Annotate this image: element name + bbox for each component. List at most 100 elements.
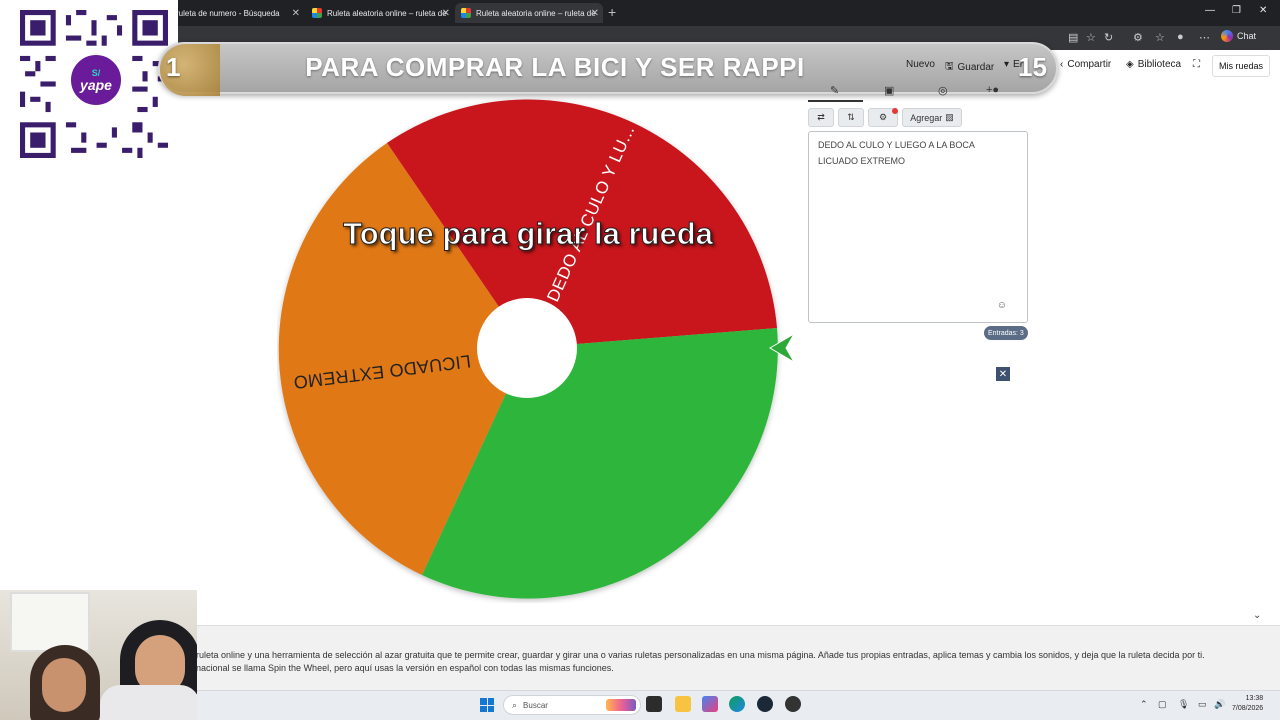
close-tab-icon[interactable]: ✕ xyxy=(292,8,300,19)
tray-chevron-icon[interactable]: ⌃ xyxy=(1140,699,1148,710)
agregar-image-button[interactable]: Agregar ▨ xyxy=(902,108,962,127)
tab-ruleta-1[interactable]: Ruleta aleatoria online – ruleta de ✕ xyxy=(306,3,454,23)
tray-app-icon[interactable]: ▢ xyxy=(1158,699,1167,710)
edge-browser-icon[interactable] xyxy=(729,696,745,712)
favorite-star-icon[interactable]: ☆ xyxy=(1086,31,1096,44)
close-tab-icon[interactable]: ✕ xyxy=(442,8,450,19)
chevron-down-icon[interactable]: ⌄ xyxy=(1253,610,1261,621)
entry-line: LICUADO EXTREMO xyxy=(818,156,906,166)
close-window-icon[interactable]: ✕ xyxy=(1259,5,1267,16)
entry-line: DEDO AL CULO Y LUEGO A LA BOCA xyxy=(818,140,975,150)
goal-title: PARA COMPRAR LA BICI Y SER RAPPI xyxy=(305,52,805,82)
add-color-icon[interactable]: +● xyxy=(986,84,999,96)
close-tab-icon[interactable]: ✕ xyxy=(591,8,599,19)
notification-dot xyxy=(892,108,898,114)
mis-ruedas-label: Mis ruedas xyxy=(1218,61,1263,71)
clock-date: 7/08/2026 xyxy=(1232,705,1264,712)
yape-brand-label: yape xyxy=(80,76,112,93)
guardar-label: Guardar xyxy=(957,62,995,73)
copilot-icon xyxy=(1220,30,1233,42)
truncated-nav-button[interactable]: ▾ Er xyxy=(1004,59,1023,70)
webcam-window-bg xyxy=(10,592,90,652)
description-text: ruleta online y una herramienta de selec… xyxy=(196,649,1206,675)
close-ad-button[interactable]: ✕ xyxy=(996,367,1010,381)
search-icon: ⌕ xyxy=(512,699,518,710)
agregar-label: Agregar xyxy=(910,112,943,123)
nuevo-label: Nuevo xyxy=(906,59,935,70)
profile-icon[interactable]: ● xyxy=(1177,31,1184,43)
webcam-overlay xyxy=(0,590,197,720)
clipboard-icon[interactable]: ▣ xyxy=(884,84,894,97)
editor-tabs: ✎ ▣ ◎ +● xyxy=(808,82,1028,102)
more-icon[interactable]: ⋯ xyxy=(1199,31,1210,44)
fullscreen-icon: ⛶ xyxy=(1193,59,1200,70)
copilot-chat-button[interactable]: Chat xyxy=(1220,30,1256,42)
description-line: nacional se llama Spin the Wheel, pero a… xyxy=(196,663,614,673)
webcam-shirt xyxy=(100,685,197,720)
maximize-icon[interactable]: ❐ xyxy=(1232,5,1241,16)
volume-icon[interactable]: 🔊 xyxy=(1214,699,1225,710)
fullscreen-button[interactable]: ⛶ xyxy=(1193,59,1200,70)
entries-textarea[interactable]: DEDO AL CULO Y LUEGO A LA BOCA LICUADO E… xyxy=(808,131,1028,323)
truncated-nav-label: Er xyxy=(1013,59,1024,70)
mis-ruedas-button[interactable]: Mis ruedas xyxy=(1212,55,1270,77)
pin-icon: ▾ xyxy=(1004,59,1010,70)
yape-logo: S/ yape xyxy=(68,52,124,108)
task-view-icon[interactable] xyxy=(646,696,662,712)
tab-title: Ruleta aleatoria online – ruleta de xyxy=(476,8,596,18)
compartir-button[interactable]: ‹ Compartir xyxy=(1060,59,1111,70)
reader-icon[interactable]: ▤ xyxy=(1068,31,1078,44)
minimize-icon[interactable]: — xyxy=(1205,5,1215,16)
windows-start-icon[interactable] xyxy=(480,698,494,712)
obs-icon[interactable] xyxy=(785,696,801,712)
description-line: ruleta online y una herramienta de selec… xyxy=(196,650,1205,660)
new-tab-icon[interactable]: + xyxy=(608,4,616,20)
yape-qr-overlay: S/ yape xyxy=(0,0,178,162)
share-icon: ‹ xyxy=(1060,59,1064,70)
sort-icon: ⇅ xyxy=(847,112,855,122)
biblioteca-label: Biblioteca xyxy=(1137,59,1182,70)
tab-ruleta-2[interactable]: Ruleta aleatoria online – ruleta de ✕ xyxy=(455,3,603,23)
spin-wheel[interactable]: DEDO AL CULO Y LU... LICUADO EXTREMO xyxy=(277,98,797,603)
hide-eye-icon[interactable]: ◎ xyxy=(938,84,948,97)
shuffle-icon: ⇄ xyxy=(817,112,825,122)
library-icon: ◈ xyxy=(1126,59,1134,70)
sort-button[interactable]: ⇅ xyxy=(838,108,864,127)
steam-icon[interactable] xyxy=(757,696,773,712)
file-explorer-icon[interactable] xyxy=(675,696,691,712)
wheel-center-hole xyxy=(477,298,577,398)
copilot-app-icon[interactable] xyxy=(702,696,718,712)
image-icon: ▨ xyxy=(945,112,954,122)
webcam-face-left xyxy=(42,658,86,712)
search-highlight-icon xyxy=(606,699,636,711)
entries-count-badge: Entradas: 3 xyxy=(984,326,1028,340)
active-tab-underline xyxy=(808,100,863,102)
taskbar-search[interactable]: ⌕ Buscar xyxy=(503,695,641,715)
settings-gear-icon: ⚙ xyxy=(878,112,888,122)
microphone-icon[interactable]: 🎙 xyxy=(1178,699,1189,710)
taskbar-clock[interactable]: 13:38 7/08/2026 xyxy=(1232,694,1263,714)
edit-pencil-icon[interactable]: ✎ xyxy=(830,84,839,97)
favorites-icon[interactable]: ☆ xyxy=(1155,31,1165,44)
nuevo-button[interactable]: Nuevo xyxy=(906,59,935,70)
extensions-icon[interactable]: ⚙ xyxy=(1133,31,1143,44)
refresh-icon[interactable]: ↻ xyxy=(1104,31,1113,44)
ruleta-favicon-icon xyxy=(312,8,322,18)
emoji-icon[interactable]: ☺ xyxy=(997,298,1007,314)
guardar-button[interactable]: 🖫 Guardar xyxy=(945,59,994,76)
search-placeholder: Buscar xyxy=(523,700,548,710)
goal-current-count: 1 xyxy=(166,52,181,82)
shuffle-button[interactable]: ⇄ xyxy=(808,108,834,127)
compartir-label: Compartir xyxy=(1067,59,1112,70)
browser-tab-strip: ruleta de numero - Búsqueda ✕ Ruleta ale… xyxy=(0,0,1280,26)
spin-instruction[interactable]: Toque para girar la rueda xyxy=(312,216,744,252)
clock-time: 13:38 xyxy=(1245,695,1264,702)
network-icon[interactable]: ▭ xyxy=(1198,699,1207,710)
biblioteca-button[interactable]: ◈ Biblioteca xyxy=(1126,59,1181,70)
ruleta-favicon-icon xyxy=(461,8,471,18)
tab-title: ruleta de numero - Búsqueda xyxy=(176,8,280,18)
tab-busqueda[interactable]: ruleta de numero - Búsqueda ✕ xyxy=(170,3,304,23)
chat-label: Chat xyxy=(1236,31,1256,41)
save-icon: 🖫 xyxy=(945,61,954,72)
tab-title: Ruleta aleatoria online – ruleta de xyxy=(327,8,447,18)
